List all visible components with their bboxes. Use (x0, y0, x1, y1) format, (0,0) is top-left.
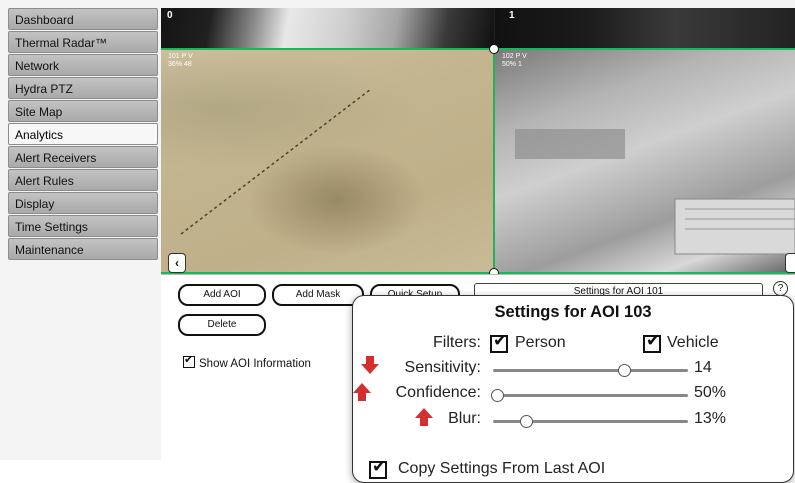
video-panel: 0 1 101 P V 36% 48 102 P V 50% 1 (161, 8, 795, 274)
vehicle-filter-label: Vehicle (667, 334, 719, 351)
checkbox-icon[interactable] (183, 353, 195, 368)
aoi-tag-line1: 102 P V (502, 53, 527, 60)
aoi-boundary-divider[interactable] (493, 48, 495, 274)
camera-1-top-view (495, 8, 795, 48)
aoi-tag-101: 101 P V 36% 48 (168, 53, 193, 69)
sidebar-nav: Dashboard Thermal Radar™ Network Hydra P… (8, 8, 158, 261)
sidebar-item-hydra-ptz[interactable]: Hydra PTZ (8, 77, 158, 99)
callout-title: Settings for AOI 103 (494, 303, 652, 321)
aoi-tag-line2: 50% 1 (502, 61, 522, 68)
help-icon[interactable]: ? (773, 281, 788, 296)
sensitivity-label: Sensitivity: (404, 359, 481, 376)
add-mask-button[interactable]: Add Mask (272, 284, 364, 306)
sidebar-item-alert-receivers[interactable]: Alert Receivers (8, 146, 158, 168)
show-aoi-information-label: Show AOI Information (199, 358, 311, 370)
blur-value: 13% (694, 410, 727, 427)
confidence-label: Confidence: (395, 384, 481, 401)
aoi-tag-line1: 101 P V (168, 53, 193, 60)
confidence-slider-thumb[interactable] (490, 389, 504, 402)
sidebar-item-display[interactable]: Display (8, 192, 158, 214)
sensitivity-slider-thumb[interactable] (617, 364, 631, 377)
camera-0-top-view (161, 8, 494, 48)
structure-graphic (515, 129, 795, 255)
blur-label: Blur: (448, 410, 481, 427)
sensitivity-value: 14 (694, 359, 712, 376)
sidebar-item-site-map[interactable]: Site Map (8, 100, 158, 122)
delete-button[interactable]: Delete (178, 314, 266, 336)
sidebar-item-alert-rules[interactable]: Alert Rules (8, 169, 158, 191)
camera-1-aoi-view[interactable] (495, 49, 795, 274)
sidebar-item-time-settings[interactable]: Time Settings (8, 215, 158, 237)
filters-label: Filters: (433, 334, 481, 351)
aoi-handle[interactable] (489, 44, 499, 54)
person-checkbox[interactable] (490, 331, 508, 353)
aoi-tag-line2: 36% 48 (168, 61, 192, 68)
aoi-tag-102: 102 P V 50% 1 (502, 53, 527, 69)
blur-slider[interactable] (493, 415, 688, 428)
sensitivity-slider[interactable] (493, 364, 688, 377)
sidebar-item-maintenance[interactable]: Maintenance (8, 238, 158, 260)
path-line-graphic (180, 88, 372, 235)
camera-1-number: 1 (509, 10, 515, 21)
blur-slider-thumb[interactable] (520, 415, 534, 428)
person-filter-label: Person (515, 334, 566, 351)
chevron-left-icon[interactable]: ‹ (168, 253, 186, 273)
sidebar-item-dashboard[interactable]: Dashboard (8, 8, 158, 30)
copy-settings-label: Copy Settings From Last AOI (398, 460, 606, 477)
copy-settings-checkbox[interactable] (369, 457, 387, 479)
confidence-slider[interactable] (490, 389, 688, 402)
sidebar-item-network[interactable]: Network (8, 54, 158, 76)
aoi-boundary-top[interactable] (161, 48, 795, 50)
vehicle-checkbox[interactable] (643, 331, 661, 353)
add-aoi-button[interactable]: Add AOI (178, 284, 266, 306)
next-camera-button[interactable] (785, 253, 795, 273)
confidence-value: 50% (694, 384, 727, 401)
aoi-settings-callout: Settings for AOI 103 Filters: Person Veh… (352, 295, 794, 483)
sidebar-item-thermal-radar[interactable]: Thermal Radar™ (8, 31, 158, 53)
sidebar-item-analytics[interactable]: Analytics (8, 123, 158, 145)
camera-0-aoi-view[interactable] (161, 49, 494, 274)
show-aoi-information-toggle[interactable]: Show AOI Information (183, 353, 311, 370)
camera-0-number: 0 (167, 10, 173, 21)
